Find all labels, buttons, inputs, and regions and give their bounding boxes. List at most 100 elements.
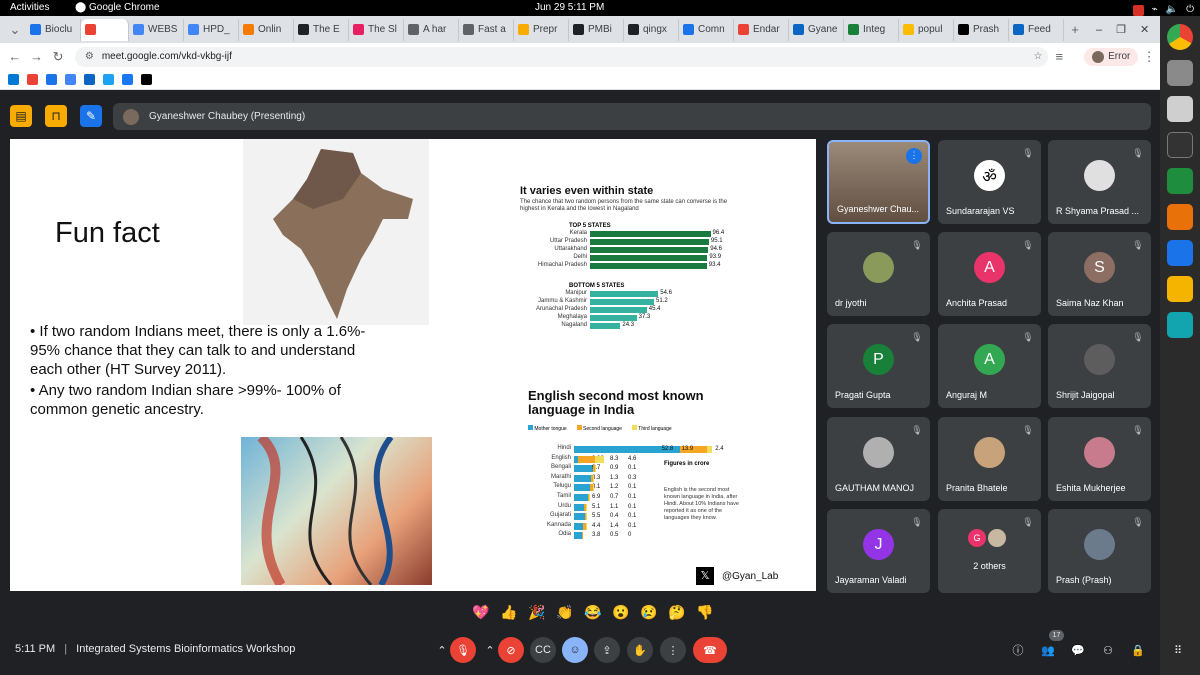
browser-tab[interactable]: HPD_ (184, 18, 239, 41)
present-button[interactable]: ⇪ (594, 637, 620, 663)
reaction-emoji-button[interactable]: 👎 (694, 601, 716, 623)
mic-options-icon[interactable]: ⌃ (435, 637, 449, 663)
host-controls-icon[interactable]: 🔒 (1125, 637, 1151, 663)
active-app-label[interactable]: ⬤ Google Chrome (75, 0, 160, 16)
facebook-bookmark-icon[interactable] (122, 74, 133, 85)
app-grid-icon[interactable]: ⠿ (1165, 637, 1191, 663)
raise-hand-button[interactable]: ✋ (627, 637, 653, 663)
address-bar[interactable]: ⚙ meet.google.com/vkd-vkbg-ijf ☆ (74, 46, 1049, 67)
emoji-button[interactable]: ☺ (562, 637, 588, 663)
browser-tab[interactable]: Gyane (789, 18, 844, 41)
browser-tab[interactable]: Integ (844, 18, 899, 41)
app-dock-icon[interactable] (1167, 276, 1193, 302)
browser-tab[interactable]: A har (404, 18, 459, 41)
document-dock-icon[interactable] (1167, 240, 1193, 266)
captions-button[interactable]: CC (530, 637, 556, 663)
tab-search-icon[interactable]: ⌄ (4, 22, 26, 38)
maximize-icon[interactable]: ❐ (1116, 23, 1126, 36)
reaction-emoji-button[interactable]: 🤔 (666, 601, 688, 623)
site-bookmark-icon[interactable] (65, 74, 76, 85)
participant-tile[interactable]: A Anguraj M 🎙 (938, 324, 1041, 408)
participant-tile[interactable]: J Jayaraman Valadi 🎙 (827, 509, 930, 593)
bar-value-label: 37.3 (638, 314, 651, 320)
linkedin-bookmark-icon[interactable] (84, 74, 95, 85)
participant-tile[interactable]: R Shyama Prasad ... 🎙 (1048, 140, 1151, 224)
reaction-emoji-button[interactable]: 😢 (638, 601, 660, 623)
leave-call-button[interactable]: ☎ (693, 637, 727, 663)
mic-muted-icon: 🎙 (911, 425, 923, 435)
participant-tile[interactable]: Eshita Mukherjee 🎙 (1048, 417, 1151, 501)
circle-bookmark-icon[interactable] (46, 74, 57, 85)
system-clock[interactable]: Jun 29 5:11 PM (535, 0, 604, 16)
browser-tab[interactable]: Endar (734, 18, 789, 41)
participant-tile[interactable]: ॐ Sundararajan VS 🎙 (938, 140, 1041, 224)
camera-off-button[interactable]: ⊘ (498, 637, 524, 663)
back-icon[interactable]: ← (4, 49, 26, 64)
participant-tile[interactable]: Pranita Bhatele 🎙 (938, 417, 1041, 501)
outlook-bookmark-icon[interactable] (8, 74, 19, 85)
x-handle-text: @Gyan_Lab (722, 570, 779, 582)
mic-muted-icon: 🎙 (911, 332, 923, 342)
reaction-emoji-button[interactable]: 👏 (554, 601, 576, 623)
browser-tab[interactable]: The E (294, 18, 349, 41)
participant-tile[interactable]: GAUTHAM MANOJ 🎙 (827, 417, 930, 501)
participant-tile[interactable]: A Anchita Prasad 🎙 (938, 232, 1041, 316)
profile-error-button[interactable]: Error (1084, 47, 1139, 66)
reaction-emoji-button[interactable]: 😮 (610, 601, 632, 623)
bookmark-star-icon[interactable]: ☆ (1034, 51, 1043, 62)
site-info-icon[interactable]: ⚙ (85, 51, 94, 62)
meeting-details-icon[interactable]: ⓘ (1005, 637, 1031, 663)
browser-tab[interactable]: WEBS (129, 18, 184, 41)
participant-tile[interactable]: Shrijit Jaigopal 🎙 (1048, 324, 1151, 408)
browser-tab[interactable]: popul (899, 18, 954, 41)
reaction-emoji-button[interactable]: 💖 (470, 601, 492, 623)
reaction-emoji-button[interactable]: 😂 (582, 601, 604, 623)
other-app-dock-icon[interactable] (1167, 312, 1193, 338)
gmail-bookmark-icon[interactable] (27, 74, 38, 85)
reload-icon[interactable]: ↻ (47, 49, 69, 65)
browser-tab[interactable]: Feed (1009, 18, 1064, 41)
activities-button[interactable]: Activities (10, 0, 49, 16)
grid-bookmark-icon[interactable] (103, 74, 114, 85)
browser-tab[interactable] (81, 18, 129, 41)
browser-tab[interactable]: The Sl (349, 18, 404, 41)
participant-tile[interactable]: Prash (Prash) 🎙 (1048, 509, 1151, 593)
pin-icon[interactable]: ⊓ (45, 105, 67, 127)
presentation-dock-icon[interactable] (1167, 204, 1193, 230)
participant-tile[interactable]: dr jyothi 🎙 (827, 232, 930, 316)
more-options-button[interactable]: ⋮ (660, 637, 686, 663)
mic-off-button[interactable]: 🎙 (450, 637, 476, 663)
spreadsheet-dock-icon[interactable] (1167, 168, 1193, 194)
layout-icon[interactable]: ▤ (10, 105, 32, 127)
close-icon[interactable]: ✕ (1140, 23, 1149, 36)
activities-icon[interactable]: ⚇ (1095, 637, 1121, 663)
terminal-dock-icon[interactable] (1167, 132, 1193, 158)
media-icon[interactable]: ≡ (1048, 49, 1070, 64)
browser-tab[interactable]: Bioclu (26, 18, 81, 41)
browser-tab[interactable]: PMBi (569, 18, 624, 41)
files-dock-icon[interactable] (1167, 60, 1193, 86)
reaction-emoji-button[interactable]: 👍 (498, 601, 520, 623)
forward-icon[interactable]: → (26, 49, 48, 64)
chat-icon[interactable]: 💬 (1065, 637, 1091, 663)
browser-tab[interactable]: Prepr (514, 18, 569, 41)
chrome-dock-icon[interactable] (1167, 24, 1193, 50)
browser-tab[interactable]: Prash (954, 18, 1009, 41)
participant-tile[interactable]: G 2 others 🎙 (938, 509, 1041, 593)
chrome-menu-icon[interactable]: ⋮ (1138, 49, 1160, 65)
minimize-icon[interactable]: – (1096, 24, 1102, 36)
participant-tile[interactable]: S Saima Naz Khan 🎙 (1048, 232, 1151, 316)
new-tab-button[interactable]: + (1064, 22, 1086, 37)
browser-tab[interactable]: Onlin (239, 18, 294, 41)
x-bookmark-icon[interactable] (141, 74, 152, 85)
text-editor-dock-icon[interactable] (1167, 96, 1193, 122)
browser-tab[interactable]: Fast a (459, 18, 514, 41)
browser-tab[interactable]: Comn (679, 18, 734, 41)
annotate-icon[interactable]: ✎ (80, 105, 102, 127)
chart-bar (590, 231, 711, 237)
participant-tile[interactable]: P Pragati Gupta 🎙 (827, 324, 930, 408)
participant-tile[interactable]: Gyaneshwer Chau... ⋮ (827, 140, 930, 224)
reaction-emoji-button[interactable]: 🎉 (526, 601, 548, 623)
camera-options-icon[interactable]: ⌃ (483, 637, 497, 663)
browser-tab[interactable]: qingx (624, 18, 679, 41)
